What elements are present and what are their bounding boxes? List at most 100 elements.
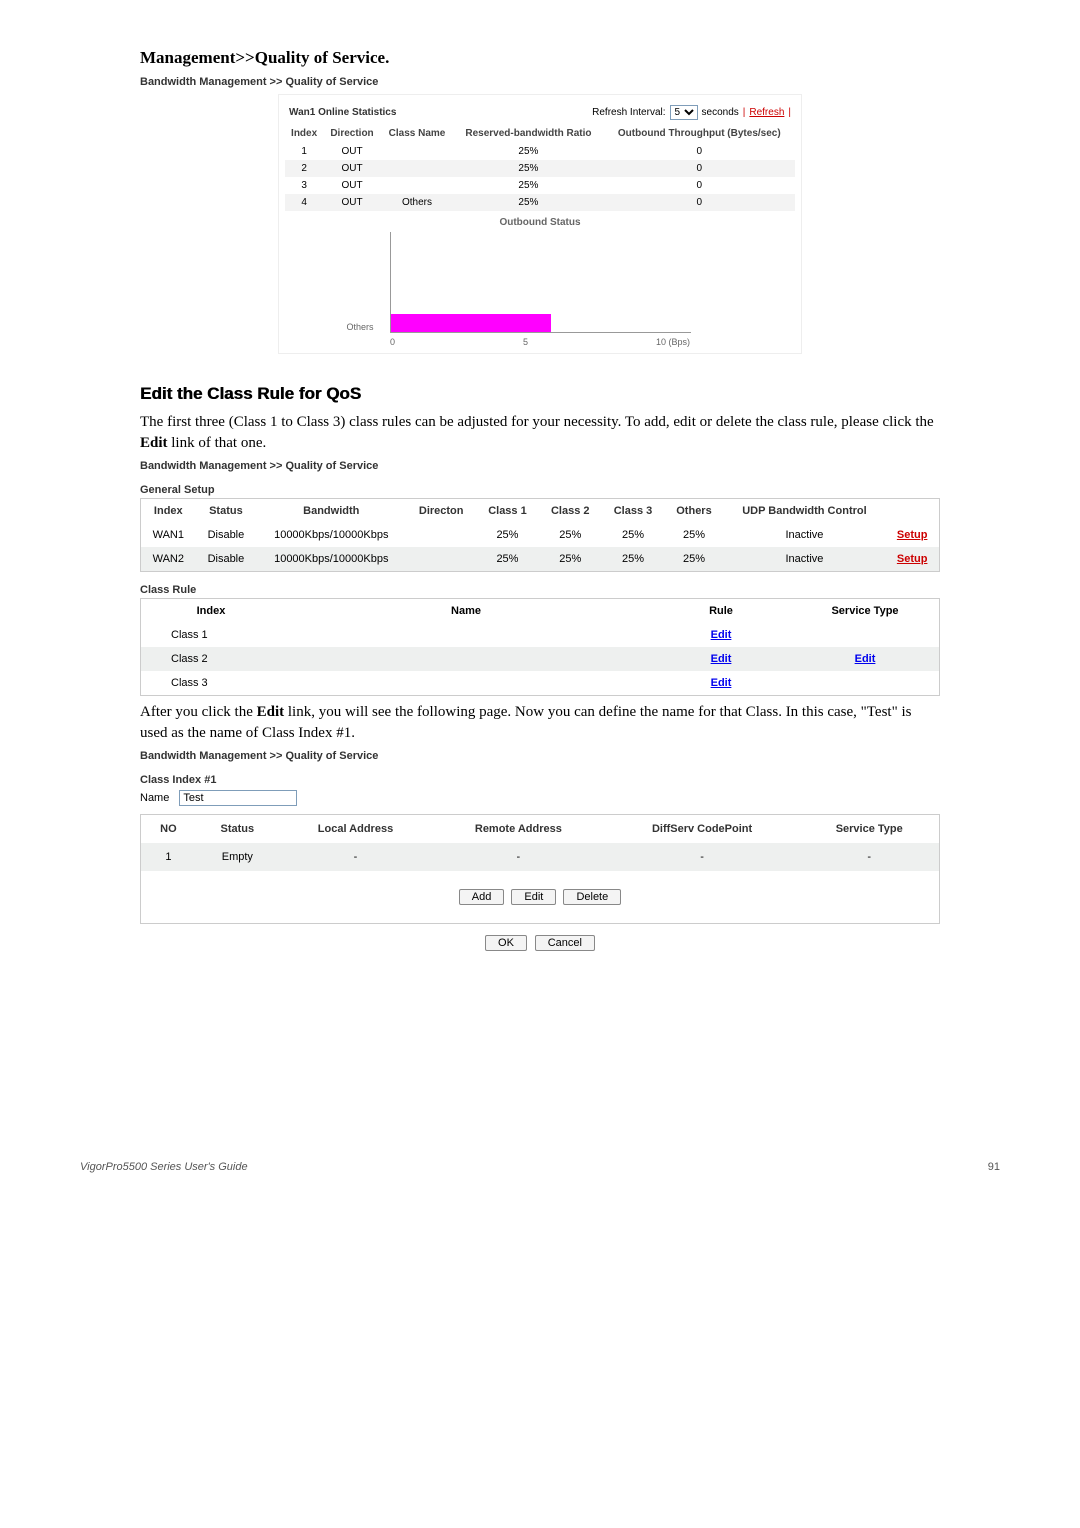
th-name: Name: [281, 599, 651, 624]
cell: 25%: [476, 523, 539, 547]
cell: -: [279, 843, 432, 871]
th-remote: Remote Address: [432, 815, 605, 844]
cell: [381, 143, 454, 160]
text: The first three (Class 1 to Class 3) cla…: [140, 414, 934, 430]
chart-title: Outbound Status: [285, 217, 795, 228]
cell: 10000Kbps/10000Kbps: [256, 523, 406, 547]
cell: 25%: [453, 177, 603, 194]
th-status: Status: [196, 499, 257, 524]
cell: [381, 160, 454, 177]
cell: Edit: [651, 623, 791, 647]
th-classname: Class Name: [381, 124, 454, 143]
delete-button[interactable]: Delete: [563, 889, 621, 905]
table-row: Class 1 Edit: [141, 623, 940, 647]
tick: 10 (Bps): [656, 337, 690, 347]
stats-title: Wan1 Online Statistics: [289, 107, 396, 118]
th-udp: UDP Bandwidth Control: [724, 499, 886, 524]
title-pre: Management>>Quality of Service: [140, 48, 385, 67]
add-button[interactable]: Add: [459, 889, 505, 905]
cell: 25%: [664, 547, 723, 572]
bar-others: [391, 314, 551, 332]
cell: 25%: [476, 547, 539, 572]
ok-button[interactable]: OK: [485, 935, 527, 951]
edit-link[interactable]: Edit: [711, 677, 732, 689]
th-svc: Service Type: [799, 815, 939, 844]
class-index-table: NO Status Local Address Remote Address D…: [140, 814, 940, 924]
cell: Setup: [885, 523, 939, 547]
breadcrumb-1: Bandwidth Management >> Quality of Servi…: [140, 76, 940, 88]
cell: [281, 671, 651, 696]
cell: 0: [604, 177, 795, 194]
th-class1: Class 1: [476, 499, 539, 524]
name-input[interactable]: [179, 790, 297, 806]
th-svc: Service Type: [791, 599, 940, 624]
cell: [381, 177, 454, 194]
cell: 25%: [453, 160, 603, 177]
text: link of that one.: [168, 435, 267, 451]
th-others: Others: [664, 499, 723, 524]
breadcrumb-2: Bandwidth Management >> Quality of Servi…: [140, 460, 940, 472]
online-stats-panel: Wan1 Online Statistics Refresh Interval:…: [278, 94, 802, 354]
cell: OUT: [323, 143, 381, 160]
cell: 25%: [664, 523, 723, 547]
cell: Edit: [651, 647, 791, 671]
edit-link[interactable]: Edit: [711, 629, 732, 641]
cell: -: [605, 843, 800, 871]
cell: 2: [285, 160, 323, 177]
text-bold: Edit: [140, 435, 168, 451]
cell: 0: [604, 160, 795, 177]
edit-link[interactable]: Edit: [855, 653, 876, 665]
cell: Disable: [196, 547, 257, 572]
cell: -: [799, 843, 939, 871]
cell: Class 1: [141, 623, 282, 647]
cell: 10000Kbps/10000Kbps: [256, 547, 406, 572]
cell: 1: [285, 143, 323, 160]
table-row: 1 Empty - - - -: [141, 843, 940, 871]
pipe: |: [743, 107, 746, 118]
cell: 1: [141, 843, 196, 871]
class-index-label: Class Index #1: [140, 774, 940, 786]
cell: WAN1: [141, 523, 196, 547]
tick: 5: [523, 337, 528, 347]
th-direction: Direction: [323, 124, 381, 143]
page-footer: VigorPro5500 Series User's Guide 91: [0, 1161, 1080, 1173]
table-row: 2 OUT 25% 0: [285, 160, 795, 177]
edit-button[interactable]: Edit: [511, 889, 556, 905]
th-directon: Directon: [406, 499, 476, 524]
cell: OUT: [323, 194, 381, 211]
table-row: 3 OUT 25% 0: [285, 177, 795, 194]
table-row: 4 OUT Others 25% 0: [285, 194, 795, 211]
th-status: Status: [196, 815, 279, 844]
pipe: |: [788, 107, 791, 118]
text: After you click the: [140, 704, 257, 720]
th-no: NO: [141, 815, 196, 844]
refresh-interval-select[interactable]: 5: [670, 105, 698, 120]
th-index: Index: [141, 599, 282, 624]
table-row: Class 2 Edit Edit: [141, 647, 940, 671]
cell: Edit: [791, 647, 940, 671]
cell: 25%: [453, 194, 603, 211]
cell: 25%: [602, 547, 665, 572]
cell: 0: [604, 143, 795, 160]
cell: [791, 671, 940, 696]
edit-link[interactable]: Edit: [711, 653, 732, 665]
cell: [281, 647, 651, 671]
cell: 4: [285, 194, 323, 211]
th-reserved: Reserved-bandwidth Ratio: [453, 124, 603, 143]
cell: OUT: [323, 177, 381, 194]
table-row: WAN2 Disable 10000Kbps/10000Kbps 25% 25%…: [141, 547, 940, 572]
th-throughput: Outbound Throughput (Bytes/sec): [604, 124, 795, 143]
th-index: Index: [141, 499, 196, 524]
cancel-button[interactable]: Cancel: [535, 935, 595, 951]
class-rule-title: Class Rule: [140, 584, 940, 596]
setup-link[interactable]: Setup: [897, 529, 928, 541]
outbound-chart: Others: [390, 232, 691, 333]
text-bold: Edit: [257, 704, 285, 720]
refresh-label: Refresh Interval:: [592, 107, 665, 118]
stats-table: Index Direction Class Name Reserved-band…: [285, 124, 795, 211]
table-row: 1 OUT 25% 0: [285, 143, 795, 160]
cell: Class 2: [141, 647, 282, 671]
setup-link[interactable]: Setup: [897, 553, 928, 565]
refresh-link[interactable]: Refresh: [749, 107, 784, 118]
cell: Setup: [885, 547, 939, 572]
